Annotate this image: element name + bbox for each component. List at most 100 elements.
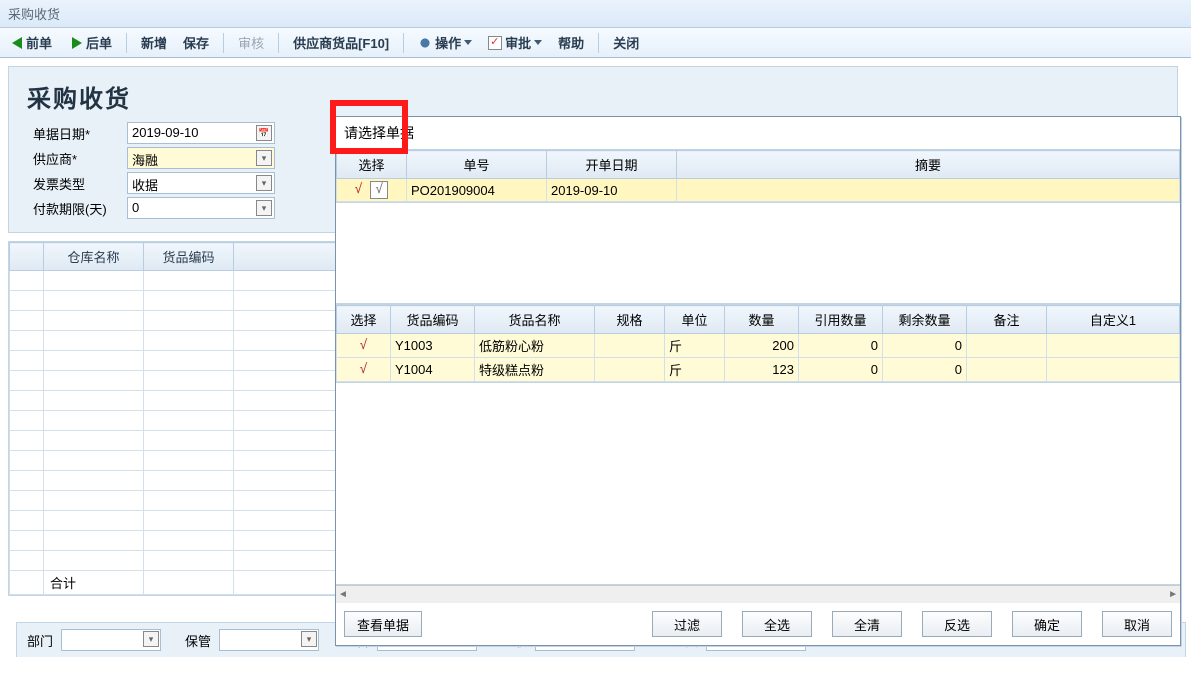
item-refqty: 0 [799,358,883,382]
operate-menu[interactable]: 操作 [412,31,478,54]
horizontal-scrollbar[interactable]: ◄► [336,585,1180,603]
dialog-buttons: 查看单据 过滤 全选 全清 反选 确定 取消 [336,603,1180,645]
lookup-icon[interactable]: ▾ [143,631,159,647]
calendar-icon[interactable]: 📅 [256,125,272,141]
col-remark[interactable]: 备注 [967,306,1047,334]
item-row[interactable]: √ Y1004 特级糕点粉 斤 123 0 0 [337,358,1180,382]
item-name: 特级糕点粉 [475,358,595,382]
col-billno[interactable]: 单号 [407,151,547,179]
item-remark [967,358,1047,382]
col-billdate[interactable]: 开单日期 [547,151,677,179]
page-title: 采购收货 [27,79,1159,114]
prev-record-button[interactable]: 前单 [6,31,58,54]
col-refqty[interactable]: 引用数量 [799,306,883,334]
col-rownum[interactable] [10,243,44,271]
lookup-icon[interactable]: ▾ [256,150,272,166]
check-icon [488,36,502,50]
dropdown-icon [534,40,542,45]
item-spec [595,358,665,382]
item-code: Y1003 [391,334,475,358]
lookup-icon[interactable]: ▾ [256,175,272,191]
gear-icon [418,36,432,50]
date-input[interactable]: 2019-09-10 📅 [127,122,275,144]
col-qty[interactable]: 数量 [725,306,799,334]
item-name: 低筋粉心粉 [475,334,595,358]
supplier-value: 海融 [132,153,158,168]
window-title: 采购收货 [8,7,60,22]
close-button[interactable]: 关闭 [607,31,645,54]
pay-days-label: 付款期限(天) [27,199,127,218]
bill-items-grid: 选择 货品编码 货品名称 规格 单位 数量 引用数量 剩余数量 备注 自定义1 [336,304,1180,383]
bill-row-check[interactable]: √ √ [337,179,407,202]
dept-label: 部门 [27,631,59,650]
dept-input[interactable]: ▾ [61,629,161,651]
col-select[interactable]: 选择 [337,306,391,334]
pay-days-value: 0 [132,200,139,215]
item-spec [595,334,665,358]
item-row[interactable]: √ Y1003 低筋粉心粉 斤 200 0 0 [337,334,1180,358]
arrow-left-icon [12,37,22,49]
supplier-label: 供应商* [27,149,127,168]
item-remark [967,334,1047,358]
checkbox-icon[interactable]: √ [370,181,388,199]
clear-all-button[interactable]: 全清 [832,611,902,637]
col-select[interactable]: 选择 [337,151,407,179]
col-spec[interactable]: 规格 [595,306,665,334]
col-name[interactable]: 货品名称 [475,306,595,334]
item-check[interactable]: √ [337,358,391,382]
new-button[interactable]: 新增 [135,31,173,54]
item-qty: 200 [725,334,799,358]
item-unit: 斤 [665,358,725,382]
invoice-type-value: 收据 [132,178,158,193]
item-code: Y1004 [391,358,475,382]
col-remainqty[interactable]: 剩余数量 [883,306,967,334]
approve-menu[interactable]: 审批 [482,31,548,54]
item-remainqty: 0 [883,334,967,358]
toolbar: 前单 后单 新增 保存 审核 供应商货品[F10] 操作 审批 帮助 关闭 [0,28,1191,58]
invoice-type-label: 发票类型 [27,174,127,193]
invert-button[interactable]: 反选 [922,611,992,637]
col-code[interactable]: 货品编码 [391,306,475,334]
col-goods-code[interactable]: 货品编码 [144,243,234,271]
help-button[interactable]: 帮助 [552,31,590,54]
audit-button: 审核 [232,31,270,54]
window-titlebar: 采购收货 [0,0,1191,28]
col-summary[interactable]: 摘要 [677,151,1180,179]
bills-grid: 选择 单号 开单日期 摘要 √ √ PO201909004 2019-09-10 [336,149,1180,203]
lookup-icon[interactable]: ▾ [301,631,317,647]
lookup-icon[interactable]: ▾ [256,200,272,216]
item-unit: 斤 [665,334,725,358]
select-all-button[interactable]: 全选 [742,611,812,637]
item-custom1 [1047,358,1180,382]
date-label: 单据日期* [27,124,127,143]
filter-button[interactable]: 过滤 [652,611,722,637]
supplier-goods-button[interactable]: 供应商货品[F10] [287,31,395,54]
select-bill-dialog: 请选择单据 选择 单号 开单日期 摘要 [335,116,1181,646]
item-qty: 123 [725,358,799,382]
item-remainqty: 0 [883,358,967,382]
ok-button[interactable]: 确定 [1012,611,1082,637]
col-warehouse[interactable]: 仓库名称 [44,243,144,271]
bill-row-no: PO201909004 [407,179,547,202]
next-record-button[interactable]: 后单 [62,31,118,54]
item-custom1 [1047,334,1180,358]
supplier-input[interactable]: 海融 ▾ [127,147,275,169]
pay-days-input[interactable]: 0 ▾ [127,197,275,219]
col-custom1[interactable]: 自定义1 [1047,306,1180,334]
bill-row[interactable]: √ √ PO201909004 2019-09-10 [337,179,1180,202]
invoice-type-input[interactable]: 收据 ▾ [127,172,275,194]
view-bill-button[interactable]: 查看单据 [344,611,422,637]
keeper-label: 保管 [185,631,217,650]
item-refqty: 0 [799,334,883,358]
bill-row-date: 2019-09-10 [547,179,677,202]
bill-row-summary [677,179,1180,202]
save-button[interactable]: 保存 [177,31,215,54]
item-check[interactable]: √ [337,334,391,358]
sum-label: 合计 [44,571,144,595]
date-value: 2019-09-10 [132,125,199,140]
dialog-title: 请选择单据 [336,117,1180,149]
dropdown-icon [464,40,472,45]
cancel-button[interactable]: 取消 [1102,611,1172,637]
col-unit[interactable]: 单位 [665,306,725,334]
keeper-input[interactable]: ▾ [219,629,319,651]
